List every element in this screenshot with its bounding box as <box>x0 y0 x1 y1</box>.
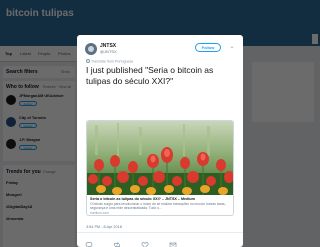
heart-icon[interactable] <box>141 236 149 247</box>
trends-panel: Trends for you Change Friday Mongrel #Di… <box>3 165 75 247</box>
trends-title: Trends for you <box>6 169 41 175</box>
tab-top[interactable]: Top <box>5 51 12 56</box>
reply-icon[interactable] <box>85 236 93 247</box>
follow-suggestion[interactable]: J.P. Morgan Follow <box>6 137 72 157</box>
who-to-follow-panel: Who to follow Refresh · View all JPMorga… <box>3 81 75 161</box>
trend-item[interactable]: Friday <box>6 180 18 185</box>
trends-change-link[interactable]: Change <box>43 170 56 174</box>
card-title: Seria o bitcoin as tulipas do século XXI… <box>90 197 195 201</box>
search-filters-panel: Search filters Show <box>3 66 75 78</box>
retweet-icon[interactable] <box>113 236 121 247</box>
follow-button[interactable]: Follow <box>19 123 37 128</box>
translate-label: Translate from Portuguese <box>91 59 134 64</box>
tweet-modal: JNTSX @JNTSX Follow ⌄ Translate from Por… <box>77 35 243 247</box>
who-to-follow-links[interactable]: Refresh · View all <box>43 85 71 89</box>
tweet-actions <box>77 232 243 247</box>
tweet-text: I just published "Seria o bitcoin as tul… <box>86 65 214 86</box>
avatar <box>6 139 16 149</box>
avatar <box>6 95 16 105</box>
account-name: City of Toronto <box>19 116 46 120</box>
trend-item[interactable]: #DigitalDay18 <box>6 204 32 209</box>
chevron-down-icon[interactable]: ⌄ <box>228 44 236 52</box>
card-domain: medium.com <box>90 211 109 215</box>
trend-item[interactable]: Mongrel <box>6 192 22 197</box>
tab-latest[interactable]: Latest <box>20 51 31 56</box>
follow-button[interactable]: Follow <box>19 101 37 106</box>
right-panel <box>252 62 314 122</box>
account-name: JPMorganAM UKAdviser <box>19 94 64 98</box>
card-description: O bitcoin surgiu para revolucionar o mod… <box>90 202 226 210</box>
author-avatar[interactable] <box>85 43 97 55</box>
search-filters-title: Search filters <box>6 69 38 75</box>
globe-icon <box>86 59 90 63</box>
account-name: J.P. Morgan <box>19 138 41 142</box>
tab-people[interactable]: People <box>38 51 50 56</box>
translate-link[interactable]: Translate from Portuguese <box>86 59 133 64</box>
follow-suggestion[interactable]: City of Toronto Follow <box>6 115 72 135</box>
who-to-follow-title: Who to follow <box>6 84 39 90</box>
trend-item[interactable]: #Insomia <box>6 216 23 221</box>
right-edge-mark <box>312 34 318 44</box>
link-card[interactable]: Seria o bitcoin as tulipas do século XXI… <box>86 120 234 216</box>
follow-button[interactable]: Follow <box>195 43 221 52</box>
search-tabs: Top Latest People Photos <box>0 46 80 62</box>
envelope-icon[interactable] <box>169 236 177 247</box>
tab-photos[interactable]: Photos <box>58 51 70 56</box>
avatar <box>6 117 16 127</box>
card-image <box>87 121 233 195</box>
search-query-title: bitcoin tulipas <box>6 8 74 19</box>
follow-button[interactable]: Follow <box>19 145 37 150</box>
tweet-timestamp[interactable]: 3:54 PM - 8 Apr 2018 <box>86 225 122 229</box>
author-handle[interactable]: @JNTSX <box>100 49 117 54</box>
search-filters-show[interactable]: Show <box>61 70 70 74</box>
follow-suggestion[interactable]: JPMorganAM UKAdviser Follow <box>6 93 72 113</box>
